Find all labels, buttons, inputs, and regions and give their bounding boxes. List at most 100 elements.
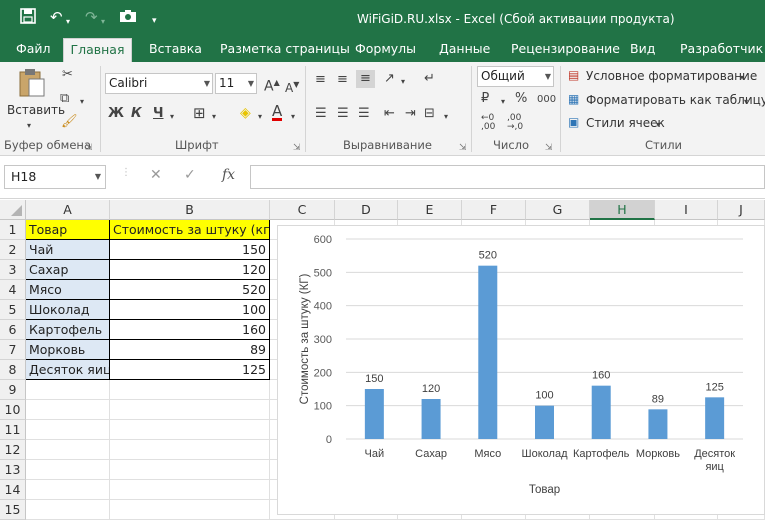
format-as-table-dropdown-icon[interactable]: ▾ xyxy=(744,94,748,110)
bold-button[interactable]: Ж xyxy=(108,106,124,122)
conditional-dropdown-icon[interactable]: ▾ xyxy=(740,70,744,86)
borders-icon[interactable]: ⊞ xyxy=(193,105,206,121)
save-icon[interactable] xyxy=(20,8,36,28)
undo-icon[interactable]: ↶ xyxy=(50,8,63,26)
cell[interactable] xyxy=(110,400,270,420)
redo-icon[interactable]: ↷ xyxy=(85,8,98,26)
name-box-dropdown-icon[interactable]: ▼ xyxy=(95,166,101,188)
paste-label[interactable]: Вставить xyxy=(7,102,65,118)
cell-styles-icon[interactable]: ▣ xyxy=(568,114,579,130)
row-header-10[interactable]: 10 xyxy=(0,400,26,420)
italic-button[interactable]: К xyxy=(131,106,142,122)
increase-font-icon[interactable]: A▲ xyxy=(264,75,280,95)
format-as-table-button[interactable]: Форматировать как таблицу xyxy=(586,92,765,108)
row-header-8[interactable]: 8 xyxy=(0,360,26,380)
row-header-13[interactable]: 13 xyxy=(0,460,26,480)
cell[interactable] xyxy=(110,480,270,500)
align-middle-icon[interactable]: ≡ xyxy=(337,72,348,88)
cut-icon[interactable]: ✂ xyxy=(62,67,73,83)
formula-input[interactable] xyxy=(250,165,765,189)
number-launcher-icon[interactable]: ⇲ xyxy=(545,140,553,156)
cell[interactable] xyxy=(26,420,110,440)
cell[interactable] xyxy=(26,480,110,500)
row-header-15[interactable]: 15 xyxy=(0,500,26,520)
cell[interactable] xyxy=(26,500,110,520)
tab-review[interactable]: Рецензирование xyxy=(511,38,620,62)
currency-icon[interactable]: ₽ xyxy=(481,91,489,107)
select-all-corner[interactable] xyxy=(0,200,26,220)
conditional-formatting-icon[interactable]: ▤ xyxy=(568,67,579,83)
product-cell[interactable]: Мясо xyxy=(26,280,110,300)
product-cell[interactable]: Картофель xyxy=(26,320,110,340)
camera-icon[interactable] xyxy=(119,8,137,28)
number-format-combo[interactable]: Общий ▼ xyxy=(477,66,554,87)
row-header-1[interactable]: 1 xyxy=(0,220,26,240)
clipboard-launcher-icon[interactable]: ⇲ xyxy=(85,140,93,156)
align-bottom-icon[interactable]: ≡ xyxy=(356,70,375,88)
price-cell[interactable]: 150 xyxy=(110,240,270,260)
cancel-icon[interactable]: ✕ xyxy=(150,167,162,183)
row-header-7[interactable]: 7 xyxy=(0,340,26,360)
increase-indent-icon[interactable]: ⇥ xyxy=(405,106,416,122)
row-header-2[interactable]: 2 xyxy=(0,240,26,260)
tab-data[interactable]: Данные xyxy=(439,38,490,62)
align-left-icon[interactable]: ☰ xyxy=(315,106,327,122)
cell[interactable] xyxy=(110,460,270,480)
format-as-table-icon[interactable]: ▦ xyxy=(568,91,579,107)
product-cell[interactable]: Чай xyxy=(26,240,110,260)
borders-dropdown-icon[interactable]: ▾ xyxy=(212,109,216,125)
row-header-6[interactable]: 6 xyxy=(0,320,26,340)
name-box[interactable]: H18 ▼ xyxy=(4,165,106,189)
insert-function-button[interactable]: fx xyxy=(222,167,235,183)
column-header-f[interactable]: F xyxy=(462,200,526,220)
tab-page-layout[interactable]: Разметка страницы xyxy=(220,38,350,62)
wrap-text-icon[interactable]: ↵ xyxy=(424,71,435,87)
price-cell[interactable]: 520 xyxy=(110,280,270,300)
redo-dropdown-icon[interactable]: ▾ xyxy=(101,13,105,31)
align-right-icon[interactable]: ☰ xyxy=(358,106,370,122)
chart-area[interactable]: 0 100 200 300 400 500 600 150 Чай 120 Сахар 520 Мясо… xyxy=(277,225,765,515)
conditional-formatting-button[interactable]: Условное форматирование xyxy=(586,68,757,84)
price-cell[interactable]: 89 xyxy=(110,340,270,360)
row-header-12[interactable]: 12 xyxy=(0,440,26,460)
format-painter-icon[interactable]: 🖌 xyxy=(61,114,78,130)
cell[interactable] xyxy=(26,460,110,480)
copy-dropdown-icon[interactable]: ▾ xyxy=(80,94,84,110)
row-header-3[interactable]: 3 xyxy=(0,260,26,280)
price-cell[interactable]: 120 xyxy=(110,260,270,280)
column-header-d[interactable]: D xyxy=(335,200,398,220)
customize-qat-icon[interactable]: ▾ xyxy=(152,12,157,30)
cell[interactable] xyxy=(110,500,270,520)
product-cell[interactable]: Шоколад xyxy=(26,300,110,320)
cell[interactable] xyxy=(110,380,270,400)
orientation-icon[interactable]: ↗ xyxy=(384,71,395,87)
tab-file[interactable]: Файл xyxy=(16,38,51,62)
cell[interactable] xyxy=(26,400,110,420)
undo-dropdown-icon[interactable]: ▾ xyxy=(66,13,70,31)
row-header-5[interactable]: 5 xyxy=(0,300,26,320)
percent-button[interactable]: % xyxy=(515,91,527,107)
formula-bar-handle-icon[interactable]: ⋮ xyxy=(121,167,131,178)
row-header-9[interactable]: 9 xyxy=(0,380,26,400)
row-header-11[interactable]: 11 xyxy=(0,420,26,440)
product-cell[interactable]: Десяток яиц xyxy=(26,360,110,380)
cell[interactable] xyxy=(110,420,270,440)
row-header-14[interactable]: 14 xyxy=(0,480,26,500)
fill-color-icon[interactable]: ◈ xyxy=(240,105,251,121)
header-cell-price[interactable]: Стоимость за штуку (кг) xyxy=(110,220,270,240)
orientation-dropdown-icon[interactable]: ▾ xyxy=(401,74,405,90)
decrease-decimal-icon[interactable]: ,00 →,0 xyxy=(507,114,523,132)
column-header-c[interactable]: C xyxy=(270,200,335,220)
column-header-j[interactable]: J xyxy=(718,200,765,220)
underline-dropdown-icon[interactable]: ▾ xyxy=(170,109,174,125)
tab-developer[interactable]: Разработчик xyxy=(680,38,763,62)
alignment-launcher-icon[interactable]: ⇲ xyxy=(459,140,467,156)
cell-styles-dropdown-icon[interactable]: ▾ xyxy=(656,117,660,133)
font-color-icon[interactable]: A xyxy=(272,104,283,121)
column-header-g[interactable]: G xyxy=(526,200,590,220)
column-header-a[interactable]: A xyxy=(26,200,110,220)
enter-icon[interactable]: ✓ xyxy=(184,167,196,183)
bar-chart[interactable]: 0 100 200 300 400 500 600 150 Чай 120 Сахар 520 Мясо… xyxy=(278,226,765,516)
row-header-4[interactable]: 4 xyxy=(0,280,26,300)
header-cell-product[interactable]: Товар xyxy=(26,220,110,240)
